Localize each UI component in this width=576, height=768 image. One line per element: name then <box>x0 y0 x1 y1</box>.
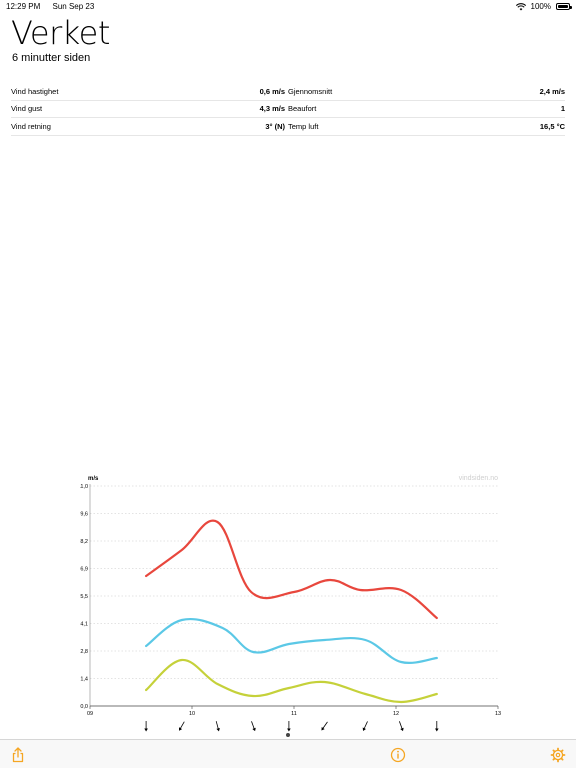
series-line <box>145 519 438 620</box>
stats-row: Vind hastighet 0,6 m/s Gjennomsnitt 2,4 … <box>11 83 565 101</box>
status-time: 12:29 PM <box>6 2 41 11</box>
y-tick-label: 5,5 <box>80 594 88 600</box>
x-tick-label: 12 <box>393 711 399 717</box>
wind-direction-arrow <box>287 721 291 732</box>
stat-label: Beaufort <box>288 104 317 114</box>
stat-value: 1 <box>560 104 565 114</box>
stat-cell: Vind gust 4,3 m/s <box>11 101 288 118</box>
y-tick-label: 11,0 <box>80 484 88 490</box>
status-date: Sun Sep 23 <box>52 2 95 11</box>
wind-direction-arrow <box>362 721 368 731</box>
stat-cell: Temp luft 16,5 °C <box>288 118 565 136</box>
y-tick-label: 9,6 <box>80 512 88 518</box>
y-tick-label: 6,9 <box>80 567 88 573</box>
y-tick-label: 0,0 <box>80 704 88 710</box>
series-line <box>145 658 438 704</box>
wind-direction-arrow <box>178 721 185 731</box>
stat-label: Vind gust <box>11 104 43 114</box>
x-tick-label: 11 <box>291 711 297 717</box>
stat-label: Vind retning <box>11 121 51 131</box>
battery-percent: 100% <box>530 2 551 11</box>
stats-table: Vind hastighet 0,6 m/s Gjennomsnitt 2,4 … <box>11 83 565 136</box>
wind-direction-arrow <box>435 721 439 732</box>
stat-value: 2,4 m/s <box>539 86 565 96</box>
bottom-toolbar <box>0 739 576 768</box>
stat-value: 3° (N) <box>265 121 285 131</box>
wind-direction-arrow <box>399 721 404 732</box>
stat-value: 0,6 m/s <box>259 86 285 96</box>
wind-direction-arrow <box>215 721 220 732</box>
status-bar: 12:29 PM Sun Sep 23 100% <box>0 0 576 14</box>
x-tick-label: 13 <box>495 711 501 717</box>
y-tick-label: 8,2 <box>80 539 88 545</box>
battery-icon <box>556 3 572 10</box>
y-tick-label: 2,8 <box>80 649 88 655</box>
share-icon[interactable] <box>9 746 27 764</box>
x-tick-label: 09 <box>87 711 93 717</box>
last-updated: 6 minutter siden <box>12 52 91 64</box>
stat-label: Vind hastighet <box>11 86 59 96</box>
stat-value: 16,5 °C <box>539 121 565 131</box>
stat-value: 4,3 m/s <box>259 104 285 114</box>
page-title: Verket <box>11 14 110 52</box>
stats-row: Vind gust 4,3 m/s Beaufort 1 <box>11 101 565 118</box>
info-icon[interactable] <box>389 746 407 764</box>
wind-direction-arrow <box>144 721 148 732</box>
y-tick-label: 4,1 <box>80 622 88 628</box>
page-indicator-dot <box>286 733 290 737</box>
y-tick-label: 1,4 <box>80 677 88 683</box>
gear-icon[interactable] <box>549 746 567 764</box>
y-axis-label: m/s <box>88 476 99 482</box>
stat-cell: Vind hastighet 0,6 m/s <box>11 83 288 101</box>
stat-cell: Gjennomsnitt 2,4 m/s <box>288 83 565 101</box>
stat-label: Gjennomsnitt <box>288 86 333 96</box>
wifi-icon <box>515 2 526 10</box>
stats-row: Vind retning 3° (N) Temp luft 16,5 °C <box>11 118 565 136</box>
stat-label: Temp luft <box>288 121 319 131</box>
wind-direction-arrow <box>251 721 256 732</box>
watermark: vindsiden.no <box>459 475 498 482</box>
wind-direction-arrow <box>321 721 328 731</box>
stat-cell: Beaufort 1 <box>288 101 565 118</box>
series-line <box>145 617 438 664</box>
stat-cell: Vind retning 3° (N) <box>11 118 288 136</box>
wind-chart: m/s vindsiden.no 0,0 1,4 2,8 4,1 5,5 6,9 8,2 9,6 1… <box>80 475 501 737</box>
x-tick-label: 10 <box>189 711 195 717</box>
